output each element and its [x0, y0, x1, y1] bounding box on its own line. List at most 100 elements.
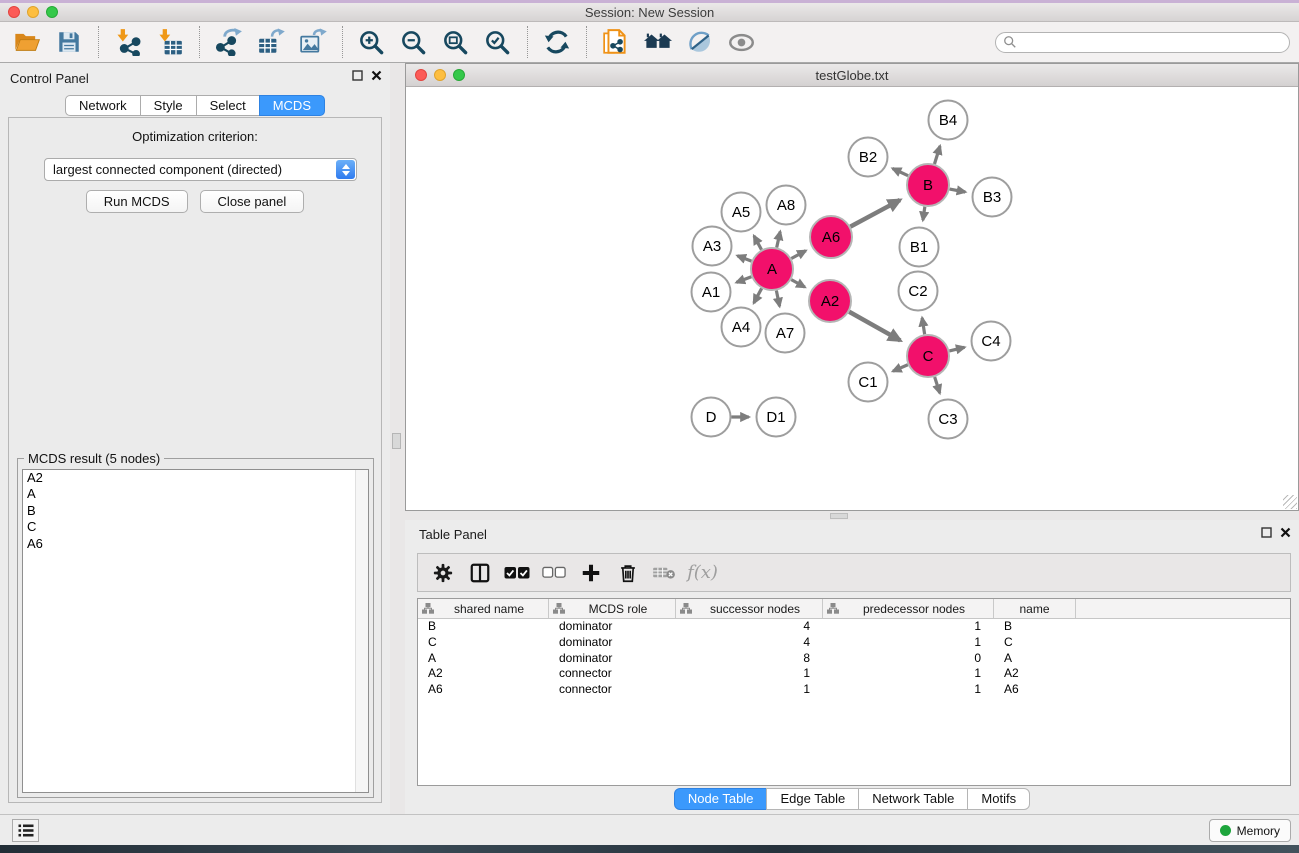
node-A[interactable]: A — [751, 248, 793, 290]
task-history-button[interactable] — [12, 819, 39, 842]
table-cell[interactable]: B — [418, 619, 549, 635]
function-builder-button[interactable]: f(x) — [685, 558, 718, 588]
network-window-titlebar[interactable]: testGlobe.txt — [406, 64, 1298, 87]
select-all-button[interactable] — [500, 558, 533, 588]
edge-A-A2[interactable] — [791, 280, 805, 288]
zoom-in-button[interactable] — [353, 25, 390, 59]
close-panel-button[interactable]: Close panel — [200, 190, 305, 213]
zoom-window-icon[interactable] — [46, 6, 58, 18]
houses-button[interactable] — [639, 25, 676, 59]
zoom-selected-button[interactable] — [479, 25, 516, 59]
column-header-name[interactable]: name — [994, 599, 1076, 618]
column-header-shared-name[interactable]: shared name — [418, 599, 549, 618]
table-cell[interactable]: 4 — [676, 619, 823, 635]
table-cell[interactable]: 1 — [676, 666, 823, 682]
node-B[interactable]: B — [907, 164, 949, 206]
node-table[interactable]: shared nameMCDS rolesuccessor nodesprede… — [417, 598, 1291, 786]
node-D1[interactable]: D1 — [757, 398, 796, 437]
node-B4[interactable]: B4 — [929, 101, 968, 140]
table-cell[interactable]: 0 — [823, 651, 994, 667]
node-B1[interactable]: B1 — [900, 228, 939, 267]
search-box[interactable] — [995, 32, 1290, 53]
mcds-result-item[interactable]: A6 — [23, 536, 368, 552]
tab-edge-table[interactable]: Edge Table — [766, 788, 859, 810]
mcds-result-item[interactable]: A2 — [23, 470, 368, 486]
deselect-all-button[interactable] — [537, 558, 570, 588]
edge-A-A3[interactable] — [737, 256, 751, 261]
column-header-successor-nodes[interactable]: successor nodes — [676, 599, 823, 618]
table-row[interactable]: A6connector11A6 — [418, 682, 1290, 698]
run-mcds-button[interactable]: Run MCDS — [86, 190, 188, 213]
table-cell[interactable]: 1 — [823, 635, 994, 651]
table-settings-button[interactable] — [426, 558, 459, 588]
node-D[interactable]: D — [692, 398, 731, 437]
node-C2[interactable]: C2 — [899, 272, 938, 311]
export-image-button[interactable] — [294, 25, 331, 59]
table-row[interactable]: Adominator80A — [418, 651, 1290, 667]
horizontal-split-handle[interactable] — [830, 513, 848, 519]
table-cell[interactable]: 4 — [676, 635, 823, 651]
node-B2[interactable]: B2 — [849, 138, 888, 177]
table-cell[interactable]: 1 — [823, 666, 994, 682]
delete-column-button[interactable] — [611, 558, 644, 588]
zoom-out-button[interactable] — [395, 25, 432, 59]
eye-button[interactable] — [723, 25, 760, 59]
table-cell[interactable]: A6 — [994, 682, 1076, 698]
edge-A6-B[interactable] — [850, 200, 900, 227]
mcds-result-item[interactable]: A — [23, 486, 368, 502]
mcds-result-list[interactable]: A2ABCA6 — [22, 469, 369, 793]
edge-B-B1[interactable] — [923, 207, 925, 220]
export-network-button[interactable] — [210, 25, 247, 59]
vertical-split-handle[interactable] — [392, 433, 401, 449]
column-header-MCDS-role[interactable]: MCDS role — [549, 599, 676, 618]
edge-A-A1[interactable] — [736, 277, 751, 283]
edge-A-A8[interactable] — [777, 232, 780, 248]
float-panel-icon[interactable] — [1261, 527, 1272, 538]
close-network-icon[interactable] — [415, 69, 427, 81]
open-session-button[interactable] — [8, 25, 45, 59]
import-network-button[interactable] — [109, 25, 146, 59]
scrollbar[interactable] — [355, 470, 368, 792]
node-A8[interactable]: A8 — [767, 186, 806, 225]
mcds-result-item[interactable]: B — [23, 503, 368, 519]
node-B3[interactable]: B3 — [973, 178, 1012, 217]
close-panel-icon[interactable] — [1280, 527, 1291, 538]
table-cell[interactable]: A — [994, 651, 1076, 667]
edge-C-C1[interactable] — [893, 365, 908, 371]
table-cell[interactable]: A2 — [994, 666, 1076, 682]
node-A4[interactable]: A4 — [722, 308, 761, 347]
edge-B-B3[interactable] — [950, 189, 966, 192]
node-A3[interactable]: A3 — [693, 227, 732, 266]
node-A2[interactable]: A2 — [809, 280, 851, 322]
table-cell[interactable]: dominator — [549, 651, 676, 667]
float-panel-icon[interactable] — [352, 70, 363, 81]
table-cell[interactable]: dominator — [549, 635, 676, 651]
table-cell[interactable]: A2 — [418, 666, 549, 682]
table-cell[interactable]: A — [418, 651, 549, 667]
import-table-button[interactable] — [151, 25, 188, 59]
table-cell[interactable]: 8 — [676, 651, 823, 667]
table-cell[interactable]: A6 — [418, 682, 549, 698]
minimize-network-icon[interactable] — [434, 69, 446, 81]
node-C3[interactable]: C3 — [929, 400, 968, 439]
network-graph[interactable]: AA1A2A3A4A5A6A7A8BB1B2B3B4CC1C2C3C4DD1 — [406, 87, 1298, 510]
add-column-button[interactable] — [574, 558, 607, 588]
table-cell[interactable]: connector — [549, 682, 676, 698]
column-header-predecessor-nodes[interactable]: predecessor nodes — [823, 599, 994, 618]
node-A1[interactable]: A1 — [692, 273, 731, 312]
table-row[interactable]: Bdominator41B — [418, 619, 1290, 635]
save-session-button[interactable] — [50, 25, 87, 59]
edge-C-C2[interactable] — [922, 318, 925, 334]
edge-A-A6[interactable] — [791, 251, 805, 259]
table-cell[interactable]: C — [994, 635, 1076, 651]
tab-motifs[interactable]: Motifs — [967, 788, 1030, 810]
node-A6[interactable]: A6 — [810, 216, 852, 258]
tab-network[interactable]: Network — [65, 95, 141, 116]
close-panel-icon[interactable] — [371, 70, 382, 81]
edge-C-C4[interactable] — [949, 347, 964, 351]
edge-B-B4[interactable] — [934, 146, 940, 164]
table-row[interactable]: Cdominator41C — [418, 635, 1290, 651]
refresh-button[interactable] — [538, 25, 575, 59]
table-cell[interactable]: 1 — [676, 682, 823, 698]
table-cell[interactable]: 1 — [823, 619, 994, 635]
